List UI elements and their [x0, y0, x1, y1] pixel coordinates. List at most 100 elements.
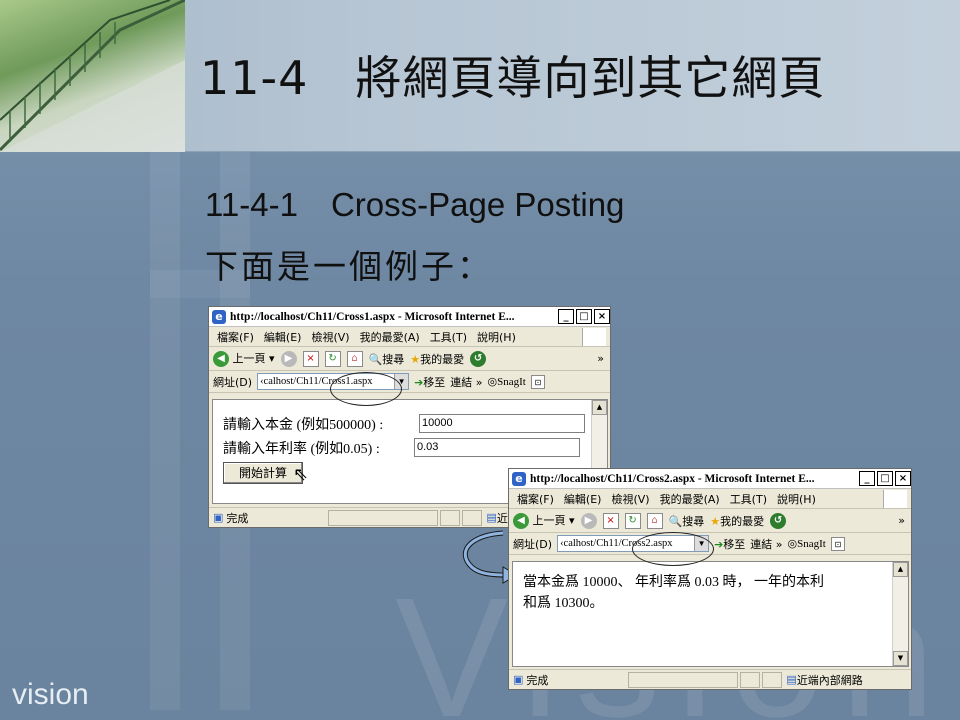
search-button[interactable]: 🔍搜尋: [669, 513, 705, 529]
status-cell: [462, 509, 483, 526]
links-button[interactable]: 連結 »: [750, 536, 782, 552]
menu-help[interactable]: 說明(H): [477, 329, 516, 345]
zone-text: 近端內部網路: [796, 673, 863, 687]
principal-label: 請輸入本金 (例如500000) :: [223, 418, 384, 433]
back-arrow-icon: ◀: [513, 513, 529, 529]
result-line-2: 和爲 10300。: [523, 596, 604, 611]
slide-title: 11-4 將網頁導向到其它網頁: [200, 51, 826, 105]
scroll-down-button[interactable]: ▼: [893, 651, 908, 666]
maximize-button[interactable]: □: [576, 309, 592, 324]
menu-bar: 檔案(F) 編輯(E) 檢視(V) 我的最愛(A) 工具(T) 說明(H): [209, 327, 610, 347]
window-title: http://localhost/Ch11/Cross1.aspx - Micr…: [230, 310, 515, 323]
scroll-up-button[interactable]: ▲: [592, 400, 607, 415]
status-cell: [440, 509, 461, 526]
rate-input[interactable]: 0.03: [414, 438, 580, 457]
star-icon: ★: [710, 514, 721, 528]
refresh-button[interactable]: ↻: [624, 512, 641, 529]
search-button[interactable]: 🔍搜尋: [369, 351, 405, 367]
intro-text: 下面是一個例子：: [205, 247, 493, 286]
menu-edit[interactable]: 編輯(E): [564, 491, 602, 507]
menu-favorites[interactable]: 我的最愛(A): [360, 329, 420, 345]
menu-file[interactable]: 檔案(F): [217, 329, 254, 345]
back-arrow-icon: ◀: [213, 351, 229, 367]
menu-help[interactable]: 說明(H): [777, 491, 816, 507]
forward-button[interactable]: ▶: [280, 350, 297, 367]
back-button[interactable]: ◀ 上一頁 ▾: [213, 350, 275, 367]
go-arrow-icon: ➔: [414, 375, 424, 389]
page-content: 當本金爲 10000、 年利率爲 0.03 時， 一年的本利 和爲 10300。…: [512, 561, 909, 667]
maximize-button[interactable]: □: [877, 471, 893, 486]
snagit-button[interactable]: ◎SnagIt: [488, 375, 526, 388]
home-button[interactable]: ⌂: [646, 512, 663, 529]
search-icon: 🔍: [368, 352, 383, 366]
status-cell: [628, 671, 739, 688]
mouse-cursor-icon: ⇖: [293, 464, 309, 485]
history-button[interactable]: ↺: [470, 350, 487, 367]
calculate-button[interactable]: 開始計算: [223, 462, 303, 484]
result-line-1: 當本金爲 10000、 年利率爲 0.03 時， 一年的本利: [523, 575, 824, 590]
history-button[interactable]: ↺: [770, 512, 787, 529]
menu-file[interactable]: 檔案(F): [517, 491, 554, 507]
windows-logo-icon: [582, 327, 606, 346]
favorites-button[interactable]: ★我的最愛: [710, 513, 764, 529]
status-bar: ▣ 完成 ▤ 近端內部網路: [509, 669, 911, 689]
ie-icon: e: [212, 309, 226, 324]
status-cell: [328, 509, 439, 526]
brand-logo-text: vision: [12, 678, 89, 711]
minimize-button[interactable]: _: [558, 309, 574, 324]
principal-input[interactable]: 10000: [419, 414, 585, 433]
scroll-up-button[interactable]: ▲: [893, 562, 908, 577]
result-text: 當本金爲 10000、 年利率爲 0.03 時， 一年的本利 和爲 10300。: [523, 572, 824, 614]
menu-favorites[interactable]: 我的最愛(A): [660, 491, 720, 507]
toolbar-more[interactable]: »: [898, 514, 905, 527]
search-icon: 🔍: [668, 514, 683, 528]
close-button[interactable]: ×: [594, 309, 610, 324]
favorites-button[interactable]: ★我的最愛: [410, 351, 464, 367]
bridge-photo: [0, 0, 185, 152]
minimize-button[interactable]: _: [859, 471, 875, 486]
page-done-icon: ▣: [213, 511, 224, 524]
go-button[interactable]: ➔移至: [714, 536, 745, 552]
snagit-capture-icon[interactable]: ⊡: [530, 374, 545, 389]
go-button[interactable]: ➔移至: [414, 374, 445, 390]
snagit-capture-icon[interactable]: ⊡: [830, 536, 845, 551]
stop-button[interactable]: ×: [602, 512, 619, 529]
home-button[interactable]: ⌂: [346, 350, 363, 367]
toolbar-more[interactable]: »: [597, 352, 604, 365]
status-text: 完成: [226, 511, 249, 525]
ie-icon: e: [512, 471, 526, 486]
stop-button[interactable]: ×: [302, 350, 319, 367]
menu-edit[interactable]: 編輯(E): [264, 329, 302, 345]
forward-button[interactable]: ▶: [580, 512, 597, 529]
toolbar: ◀ 上一頁 ▾ ▶ × ↻ ⌂ 🔍搜尋 ★我的最愛 ↺ »: [209, 347, 610, 371]
section-heading: 11-4-1 Cross-Page Posting: [205, 186, 625, 223]
address-label: 網址(D): [213, 375, 253, 389]
links-button[interactable]: 連結 »: [450, 374, 482, 390]
page-done-icon: ▣: [513, 673, 524, 686]
menu-view[interactable]: 檢視(V): [611, 491, 649, 507]
window-title: http://localhost/Ch11/Cross2.aspx - Micr…: [530, 472, 815, 485]
back-button[interactable]: ◀ 上一頁 ▾: [513, 512, 575, 529]
rate-label: 請輸入年利率 (例如0.05) :: [223, 442, 380, 457]
browser-window-cross2: e http://localhost/Ch11/Cross2.aspx - Mi…: [508, 468, 912, 690]
snagit-button[interactable]: ◎SnagIt: [788, 537, 826, 550]
zone-icon: ▤: [786, 673, 797, 686]
menu-bar: 檔案(F) 編輯(E) 檢視(V) 我的最愛(A) 工具(T) 說明(H): [509, 489, 911, 509]
menu-tools[interactable]: 工具(T): [730, 491, 767, 507]
title-bar: e http://localhost/Ch11/Cross2.aspx - Mi…: [509, 469, 911, 489]
windows-logo-icon: [883, 489, 907, 508]
address-bar: 網址(D) ‹calhost/Ch11/Cross1.aspx ▼ ➔移至 連結…: [209, 371, 610, 393]
status-text: 完成: [526, 673, 549, 687]
star-icon: ★: [410, 352, 421, 366]
zone-icon: ▤: [486, 511, 497, 524]
go-arrow-icon: ➔: [714, 537, 724, 551]
vertical-scrollbar[interactable]: ▲ ▼: [892, 562, 908, 666]
menu-view[interactable]: 檢視(V): [311, 329, 349, 345]
highlight-ellipse: [330, 372, 402, 406]
status-cell: [740, 671, 761, 688]
refresh-button[interactable]: ↻: [324, 350, 341, 367]
toolbar: ◀ 上一頁 ▾ ▶ × ↻ ⌂ 🔍搜尋 ★我的最愛 ↺ »: [509, 509, 911, 533]
title-bar: e http://localhost/Ch11/Cross1.aspx - Mi…: [209, 307, 610, 327]
close-button[interactable]: ×: [895, 471, 911, 486]
menu-tools[interactable]: 工具(T): [430, 329, 467, 345]
